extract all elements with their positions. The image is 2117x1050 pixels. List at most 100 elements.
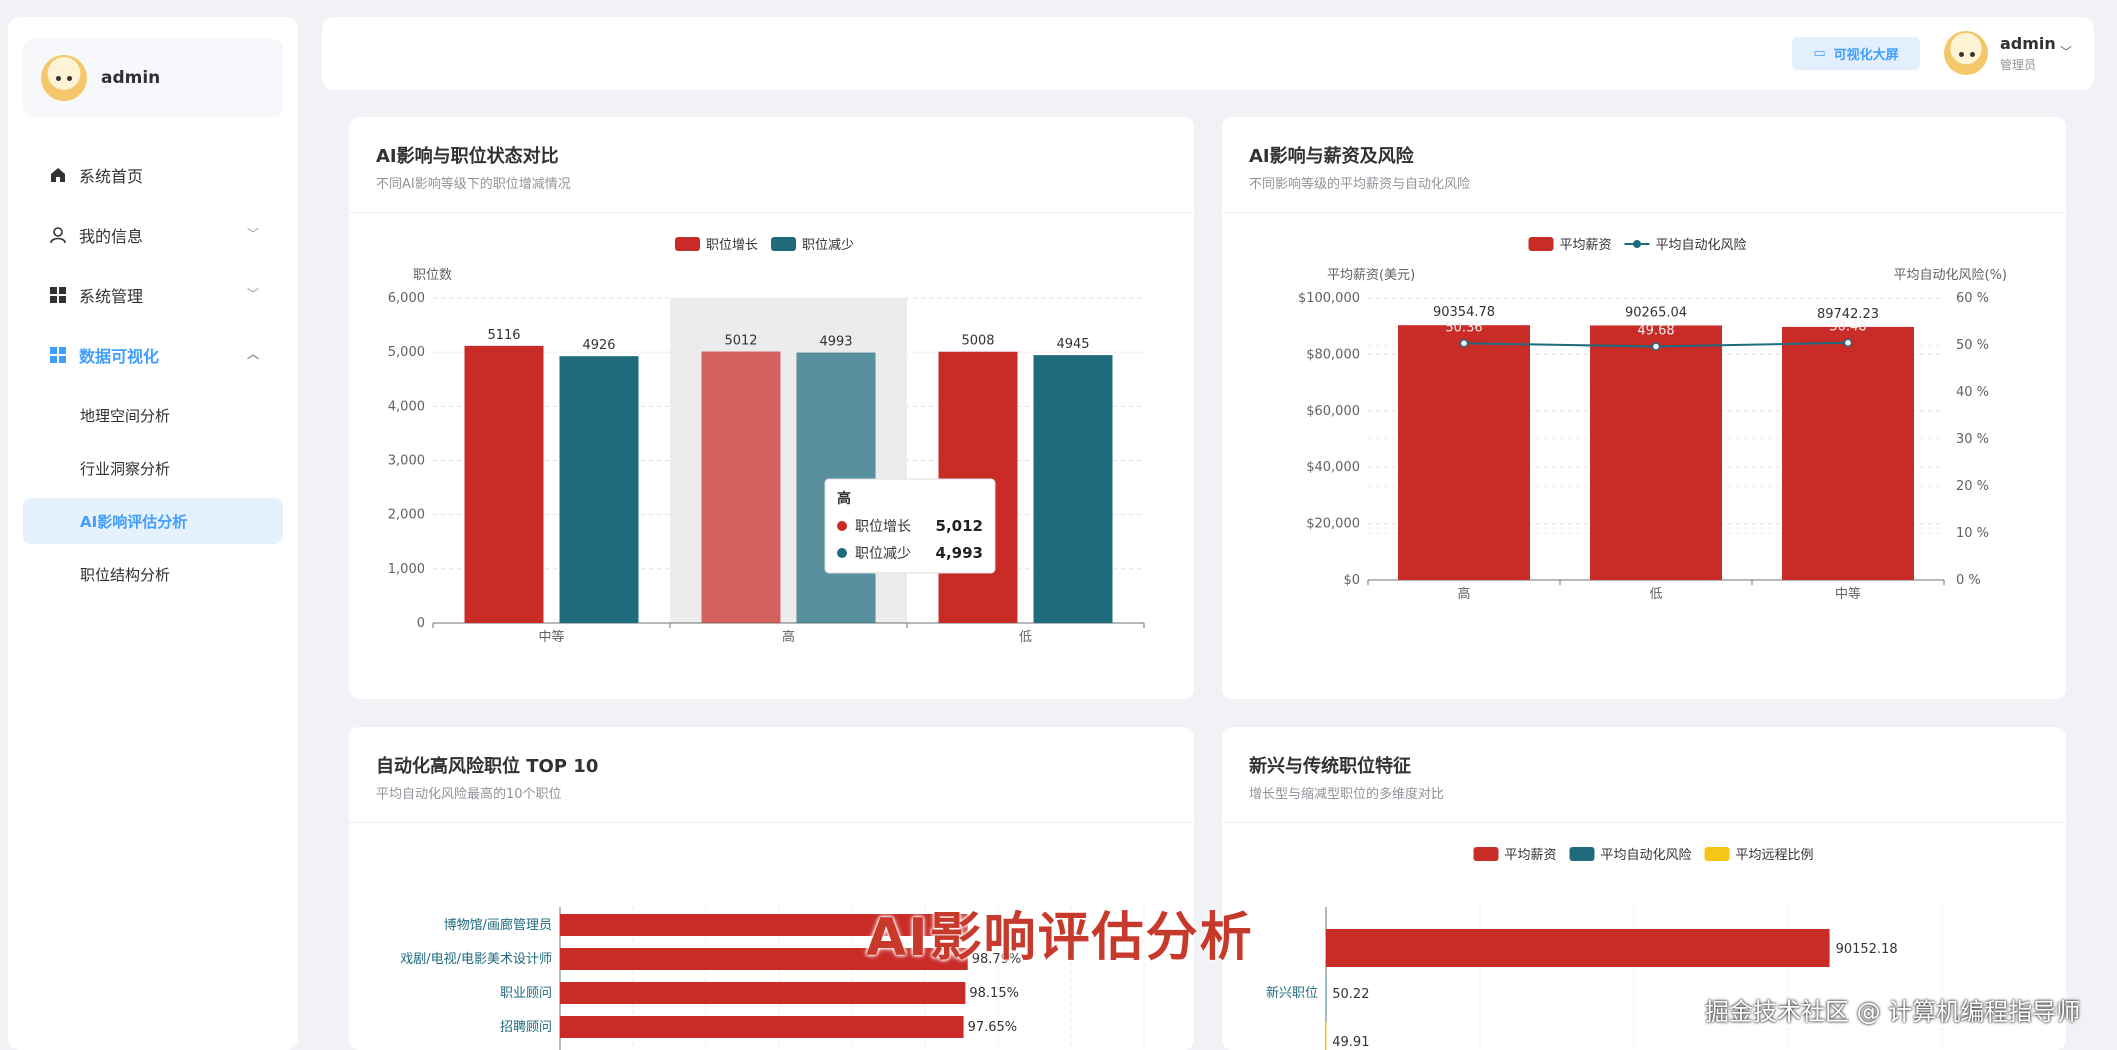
y-tick-label: $40,000 (1306, 460, 1360, 475)
y-tick-label: 3,000 (388, 454, 425, 469)
top-risk-chart[interactable]: 博物馆/画廊管理员戏剧/电视/电影美术设计师 98.79%职业顾问 98.15%招聘… (349, 727, 1194, 1050)
legend-label: 平均自动化风险 (1601, 848, 1692, 863)
sidebar-item-profile[interactable]: 我的信息 ﹀ (23, 212, 283, 258)
sidebar-item-label: 数据可视化 (79, 347, 160, 366)
chart-card-job-status: AI影响与职位状态对比 不同AI影响等级下的职位增减情况 职位增长 职位减少 职位数… (349, 117, 1194, 699)
submenu-item-structure[interactable]: 职位结构分析 (23, 551, 283, 597)
home-icon (49, 166, 67, 184)
x-tick-label: 中等 (538, 629, 564, 645)
tooltip-marker (837, 548, 847, 558)
y2-tick-label: 50 % (1956, 338, 1989, 353)
y-tick-label: $60,000 (1306, 404, 1360, 419)
sidebar-username: admin (101, 68, 161, 88)
y-tick-label: 4,000 (388, 399, 425, 414)
y-tick-label: 2,000 (388, 508, 425, 523)
sidebar-menu: 系统首页 我的信息 ﹀ 系统管理 ﹀ 数据可视化 ︿ 地理空间分析 行业洞察分析… (23, 152, 283, 604)
bar-value-label: 50.22 (1332, 987, 1369, 1002)
bar-value-label: 98.15% (969, 986, 1019, 1001)
overlay-title: AI影响评估分析 (866, 908, 1254, 968)
watermark: 掘金技术社区 @ 计算机编程指导师 (1705, 998, 2081, 1026)
sidebar: admin 系统首页 我的信息 ﹀ 系统管理 ﹀ 数据可视化 ︿ 地理空间分析 … (8, 17, 298, 1050)
sidebar-item-data-viz[interactable]: 数据可视化 ︿ (23, 332, 283, 378)
bar (1326, 974, 1327, 1012)
y-tick-label: 博物馆/画廊管理员 (444, 917, 552, 933)
sidebar-item-home[interactable]: 系统首页 (23, 152, 283, 198)
x-tick-label: 高 (1457, 586, 1470, 602)
sidebar-item-system[interactable]: 系统管理 ﹀ (23, 272, 283, 318)
x-tick-label: 低 (1649, 587, 1662, 602)
y2-tick-label: 30 % (1956, 432, 1989, 447)
viz-screen-label: 可视化大屏 (1833, 48, 1899, 63)
y-tick-label: $100,000 (1298, 291, 1360, 306)
header-avatar[interactable] (1944, 31, 1988, 75)
legend-label: 平均远程比例 (1736, 848, 1814, 863)
chart-card-salary-risk: AI影响与薪资及风险 不同影响等级的平均薪资与自动化风险 平均薪资 平均自动化风险… (1222, 117, 2066, 699)
tooltip-value: 4,993 (936, 544, 983, 562)
legend-swatch (1633, 240, 1641, 248)
bar-value-label: 90354.78 (1433, 305, 1495, 320)
bar-value-label: 49.91 (1332, 1035, 1369, 1050)
legend-label: 职位增长 (706, 238, 758, 253)
legend-swatch (1473, 847, 1499, 861)
legend-swatch (1528, 237, 1554, 251)
grid-icon (49, 346, 67, 364)
submenu-item-ai-impact[interactable]: AI影响评估分析 (23, 498, 283, 544)
bar-value-label: 5012 (724, 334, 757, 349)
tooltip-value: 5,012 (936, 517, 983, 535)
x-tick-label: 中等 (1835, 586, 1861, 602)
bar-value-label: 5008 (961, 334, 994, 349)
bar (1033, 355, 1113, 623)
legend-label: 职位减少 (802, 238, 854, 253)
y2-tick-label: 10 % (1956, 526, 1989, 541)
y-tick-label: 职业顾问 (500, 986, 552, 1001)
bar-value-label: 90265.04 (1625, 305, 1687, 320)
risk-point (1651, 342, 1661, 351)
line-value-label: 49.68 (1637, 324, 1674, 339)
y-tick-label: $80,000 (1306, 347, 1360, 362)
bar (701, 351, 781, 623)
viz-screen-button[interactable]: ▭ 可视化大屏 (1792, 37, 1920, 70)
chevron-down-icon: ﹀ (246, 227, 259, 241)
bar (1398, 325, 1530, 580)
bar-value-label: 4926 (582, 338, 615, 353)
bar-value-label: 4945 (1056, 337, 1089, 352)
grid-icon (49, 286, 67, 304)
bar (560, 1016, 964, 1038)
chevron-down-icon: ﹀ (246, 287, 259, 301)
bar-value-label: 90152.18 (1836, 942, 1898, 957)
sidebar-item-label: 系统管理 (79, 287, 144, 306)
submenu-item-geo[interactable]: 地理空间分析 (23, 392, 283, 438)
legend-label: 平均薪资 (1505, 848, 1557, 863)
line-value-label: 50.48 (1829, 320, 1866, 335)
y-tick-label: 戏剧/电视/电影美术设计师 (400, 952, 552, 967)
legend-swatch (675, 237, 700, 251)
y-tick-label: 1,000 (388, 562, 425, 577)
salary-risk-chart[interactable]: 平均薪资 平均自动化风险平均薪资(美元) 平均自动化风险(%) $0 $20,000 $4… (1222, 117, 2066, 699)
x-tick-label: 高 (782, 629, 795, 645)
screen-icon: ▭ (1813, 46, 1826, 61)
y-tick-label: 5,000 (388, 345, 425, 360)
sidebar-user-card[interactable]: admin (23, 39, 283, 117)
risk-point (1843, 338, 1853, 347)
sidebar-item-label: 系统首页 (79, 167, 144, 186)
y-axis-label: 平均薪资(美元) (1327, 268, 1415, 283)
tooltip-series-name: 职位增长 (855, 519, 911, 535)
bar-value-label: 5116 (487, 328, 520, 343)
job-status-chart[interactable]: 职位增长 职位减少职位数 0 1,000 2,000 3,000 4,000 5,000 6,0… (349, 117, 1194, 699)
sidebar-item-label: 我的信息 (79, 227, 144, 246)
y-tick-label: 6,000 (388, 291, 425, 306)
tooltip-title: 高 (837, 490, 851, 507)
risk-point (1459, 339, 1469, 348)
chevron-down-icon[interactable]: ﹀ (2060, 43, 2072, 60)
y-tick-label: 0 (417, 616, 425, 631)
y2-tick-label: 40 % (1956, 385, 1989, 400)
y-axis-label: 职位数 (413, 268, 452, 283)
submenu-item-industry[interactable]: 行业洞察分析 (23, 445, 283, 491)
legend-swatch (1569, 847, 1595, 861)
legend-swatch (1704, 847, 1730, 861)
legend-label: 平均自动化风险 (1656, 238, 1747, 253)
x-tick-label: 低 (1019, 630, 1032, 645)
bar-value-label: 4993 (819, 335, 852, 350)
y-tick-label: $20,000 (1306, 517, 1360, 532)
y-tick-label: 招聘顾问 (500, 1020, 552, 1035)
